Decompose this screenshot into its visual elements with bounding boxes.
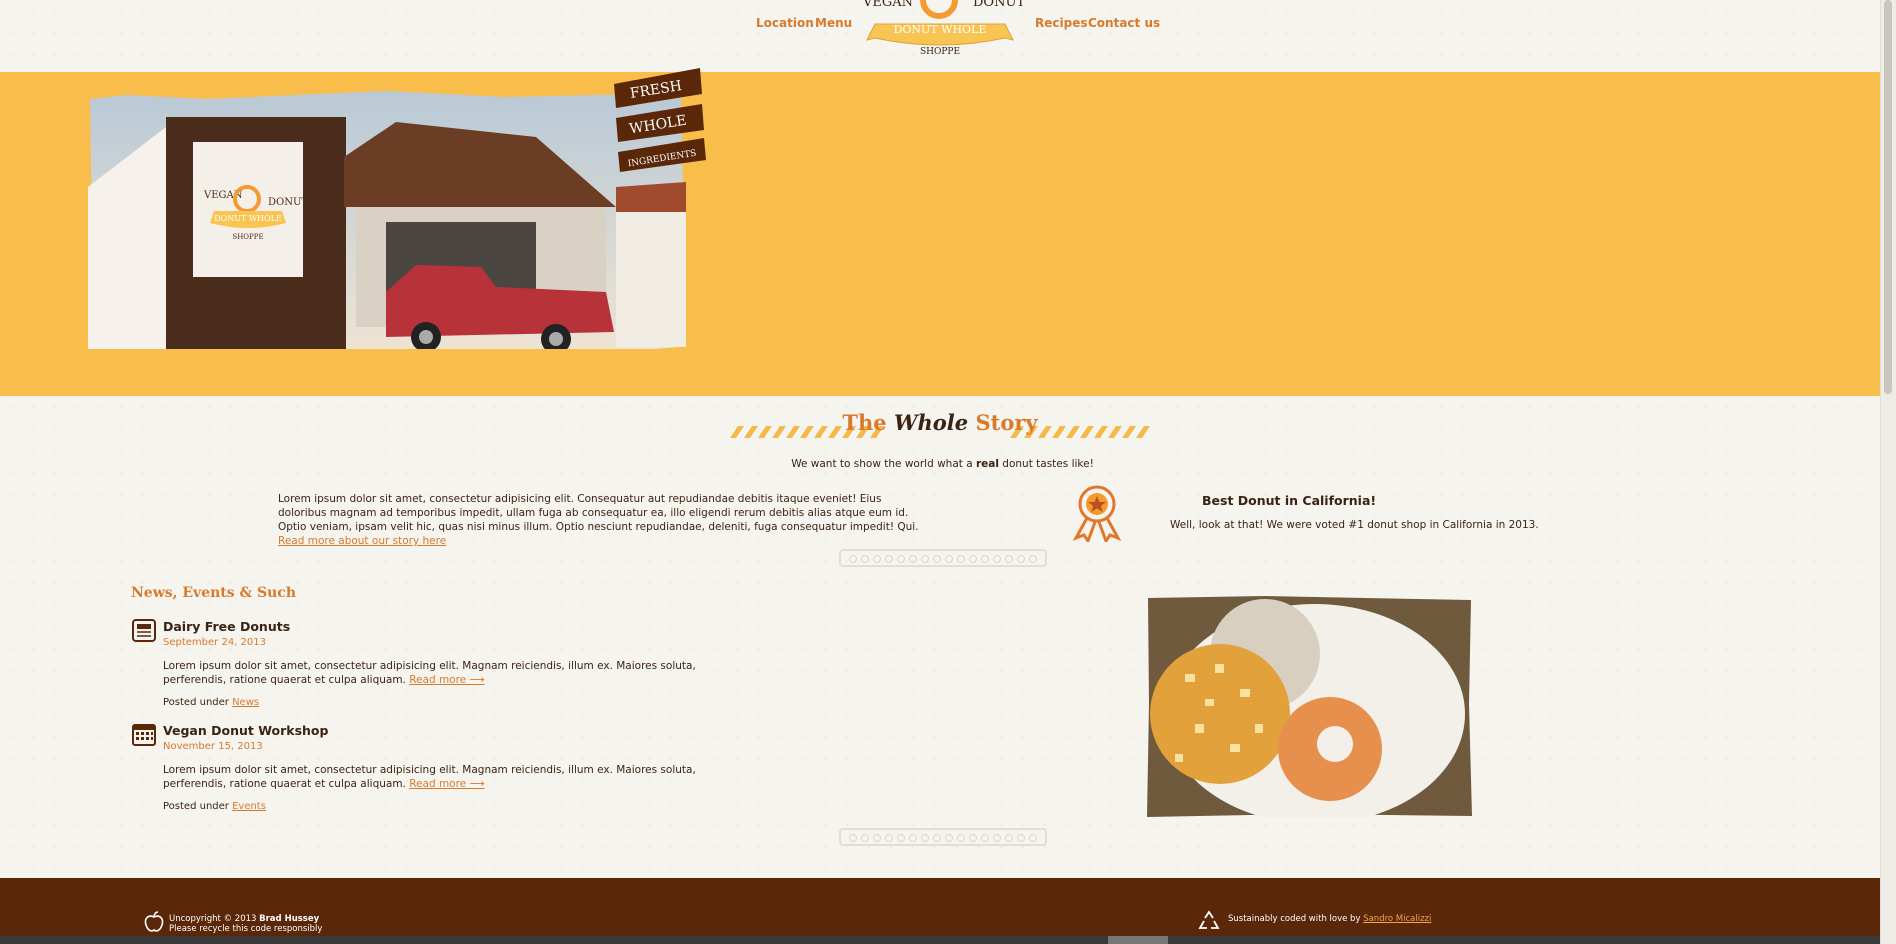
nav-contact[interactable]: Contact us xyxy=(1088,16,1160,30)
divider-dot xyxy=(933,834,941,842)
award-title: Best Donut in California! xyxy=(1202,493,1377,508)
scrollbar-thumb[interactable] xyxy=(1884,0,1892,394)
divider-dot xyxy=(933,555,941,563)
divider-dot xyxy=(945,555,953,563)
story-heading: /* stripes drawn below */ The Whole Stor… xyxy=(730,410,1150,446)
post-date: November 15, 2013 xyxy=(163,741,263,752)
divider-dot xyxy=(861,555,869,563)
divider-dot xyxy=(1029,834,1037,842)
sign-shoppe: SHOPPE xyxy=(232,233,263,241)
divider-dot xyxy=(873,555,881,563)
divider-dot xyxy=(957,834,965,842)
post-read-more-link[interactable]: Read more ⟶ xyxy=(409,778,484,790)
divider-dot xyxy=(981,555,989,563)
divider-dot xyxy=(885,834,893,842)
post-date: September 24, 2013 xyxy=(163,637,266,648)
award-text: Well, look at that! We were voted #1 don… xyxy=(1170,519,1539,531)
divider-dot xyxy=(969,555,977,563)
page-scrollbar[interactable] xyxy=(1880,0,1896,944)
logo-ribbon-text: DONUT WHOLE xyxy=(894,23,987,36)
divider-dot xyxy=(957,555,965,563)
sign-donut: DONUT xyxy=(268,197,308,208)
logo-vegan: VEGAN xyxy=(862,0,913,10)
divider-dot xyxy=(909,555,917,563)
footer-bottom-bar xyxy=(0,936,1896,944)
post-meta: Posted under Events xyxy=(163,801,266,812)
apple-icon xyxy=(144,911,164,932)
news-heading: News, Events & Such xyxy=(131,585,297,601)
fresh-ingredients-banner: FRESH WHOLE INGREDIENTS xyxy=(614,68,706,172)
post-body: Lorem ipsum dolor sit amet, consectetur … xyxy=(163,764,696,790)
section-divider xyxy=(839,549,1047,567)
credits: Sustainably coded with love by Sandro Mi… xyxy=(1228,914,1432,924)
nav-location[interactable]: Location xyxy=(756,16,814,30)
nav-menu[interactable]: Menu xyxy=(815,16,852,30)
news-icon xyxy=(132,619,156,642)
divider-dot xyxy=(897,555,905,563)
divider-dot xyxy=(921,834,929,842)
shop-photo: VEGAN DONUT DONUT WHOLE SHOPPE xyxy=(86,91,686,362)
logo-donut-ring xyxy=(920,0,958,19)
site-logo[interactable]: VEGAN DONUT DONUT WHOLE SHOPPE xyxy=(855,0,1025,60)
divider-dot xyxy=(1005,834,1013,842)
divider-dot xyxy=(1017,555,1025,563)
divider-dot xyxy=(993,555,1001,563)
story-tagline: We want to show the world what a real do… xyxy=(791,458,1094,470)
credits-link[interactable]: Sandro Micalizzi xyxy=(1363,914,1431,924)
nav-recipes[interactable]: Recipes xyxy=(1035,16,1087,30)
divider-dot xyxy=(1017,834,1025,842)
post-meta: Posted under News xyxy=(163,697,260,708)
post-title[interactable]: Vegan Donut Workshop xyxy=(163,723,328,738)
divider-dot xyxy=(849,555,857,563)
story-read-more-link[interactable]: Read more about our story here xyxy=(278,535,446,547)
divider-dot xyxy=(981,834,989,842)
divider-dot xyxy=(861,834,869,842)
post-read-more-link[interactable]: Read more ⟶ xyxy=(409,674,484,686)
post-body: Lorem ipsum dolor sit amet, consectetur … xyxy=(163,660,696,686)
logo-donut: DONUT xyxy=(973,0,1025,10)
divider-dot xyxy=(1029,555,1037,563)
site-footer: Uncopyright © 2013 Brad Hussey Please re… xyxy=(0,878,1896,944)
bottom-bar-segment xyxy=(1108,936,1168,944)
divider-dot xyxy=(873,834,881,842)
post-category-link[interactable]: Events xyxy=(232,801,266,812)
donuts-photo xyxy=(1147,596,1472,818)
divider-dot xyxy=(849,834,857,842)
divider-dot xyxy=(897,834,905,842)
copyright: Uncopyright © 2013 Brad Hussey Please re… xyxy=(169,914,323,934)
calendar-icon xyxy=(132,724,156,746)
story-title: The Whole Story xyxy=(842,410,1038,435)
divider-dot xyxy=(993,834,1001,842)
logo-shoppe: SHOPPE xyxy=(920,47,960,57)
story-text: Lorem ipsum dolor sit amet, consectetur … xyxy=(278,493,919,547)
divider-dot xyxy=(969,834,977,842)
section-divider xyxy=(839,828,1047,846)
divider-dot xyxy=(1005,555,1013,563)
divider-dot xyxy=(885,555,893,563)
divider-dot xyxy=(921,555,929,563)
divider-dot xyxy=(909,834,917,842)
hero-section: VEGAN DONUT DONUT WHOLE SHOPPE FRESH WHO… xyxy=(0,68,1891,396)
post-category-link[interactable]: News xyxy=(232,697,259,708)
award-ribbon-icon xyxy=(1072,485,1122,542)
post-title[interactable]: Dairy Free Donuts xyxy=(163,619,290,634)
recycle-icon xyxy=(1198,910,1220,929)
divider-dot xyxy=(945,834,953,842)
sign-ribbon: DONUT WHOLE xyxy=(214,214,282,223)
